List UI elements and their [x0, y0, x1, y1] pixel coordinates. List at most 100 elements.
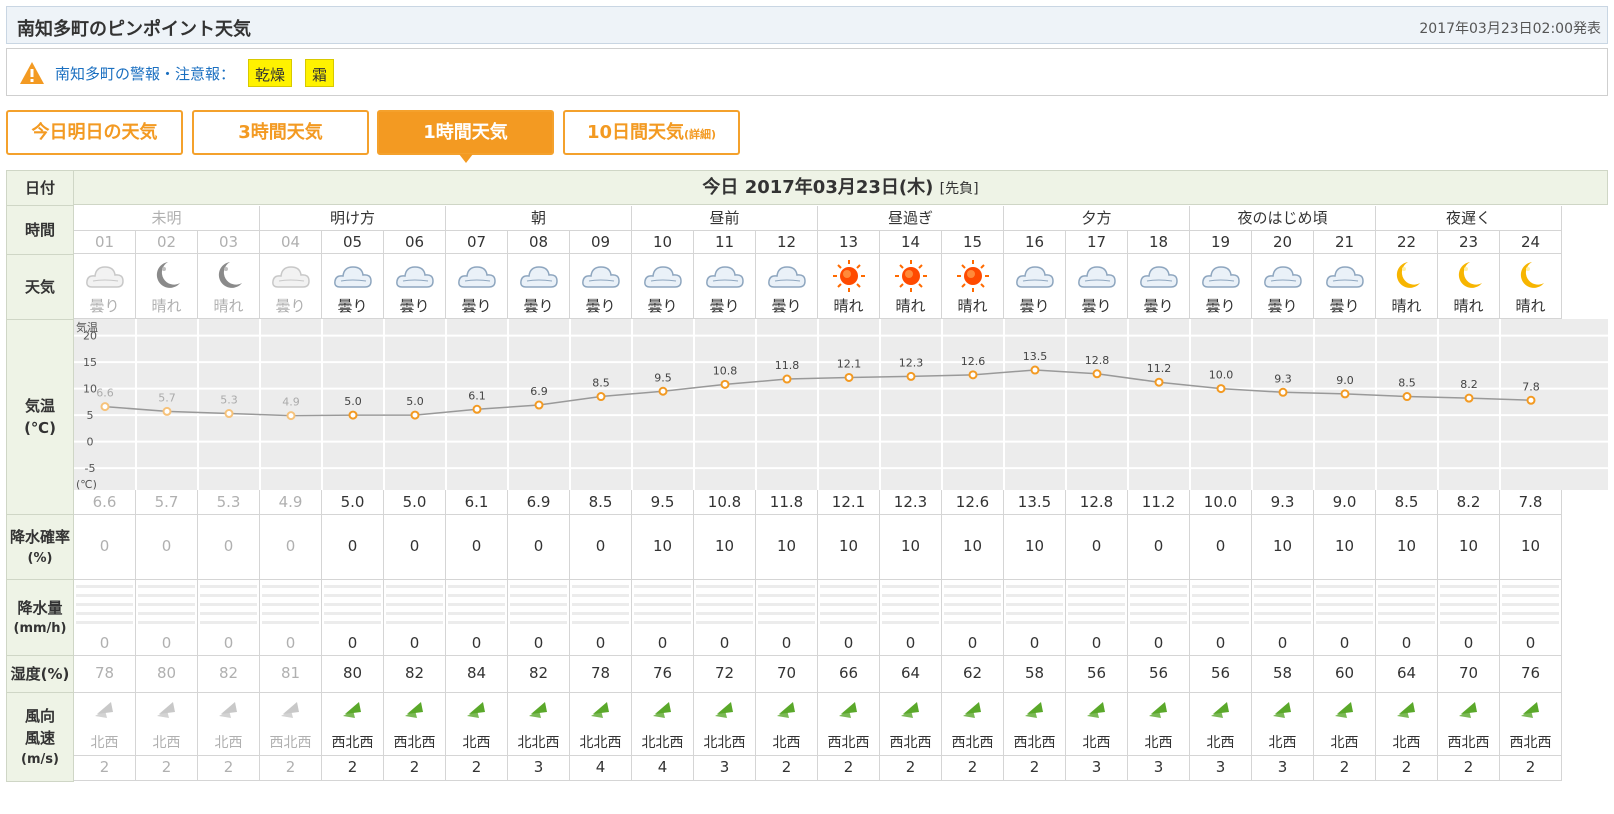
warning-link[interactable]: 南知多町の警報・注意報： — [55, 63, 235, 84]
hour-cell: 20 — [1252, 231, 1314, 254]
weather-cell: 晴れ — [942, 254, 1004, 319]
precip-graph-line — [1254, 603, 1311, 606]
row-label-weather: 天気 — [6, 254, 74, 320]
y-tick-label: 5 — [87, 409, 94, 422]
precip-graph-line — [200, 621, 257, 624]
weather-cell: 曇り — [74, 254, 136, 319]
precip-graph-line — [1006, 594, 1063, 597]
precip-prob-cell: 0 — [198, 514, 260, 580]
precip-cell: 0 — [756, 631, 818, 656]
temp-data-label: 10.0 — [1209, 369, 1234, 382]
precip-cell: 0 — [198, 631, 260, 656]
humidity-cell: 82 — [508, 655, 570, 693]
tab-10day[interactable]: 10日間天気(詳細) — [563, 110, 740, 155]
temp-point — [1402, 392, 1412, 402]
warning-bar: 南知多町の警報・注意報： 乾燥 霜 — [6, 48, 1608, 96]
precip-prob-cell: 0 — [446, 514, 508, 580]
weather-text: 曇り — [1019, 297, 1050, 315]
date-value: 2017年03月23日(木) — [744, 177, 934, 198]
precip-prob-cell: 10 — [818, 514, 880, 580]
tab-sublabel: (詳細) — [684, 128, 717, 141]
precip-graph-cell — [942, 579, 1004, 631]
precip-graph-line — [1068, 585, 1125, 588]
precip-graph-line — [572, 603, 629, 606]
precip-graph-line — [820, 603, 877, 606]
precip-graph-line — [944, 612, 1001, 615]
wind-speed-cell: 3 — [1128, 755, 1190, 781]
weather-cell: 曇り — [570, 254, 632, 319]
hour-cell: 03 — [198, 231, 260, 254]
temp-cell: 5.3 — [198, 490, 260, 515]
weather-cell: 晴れ — [818, 254, 880, 319]
temp-point — [720, 379, 730, 389]
precip-graph-cell — [198, 579, 260, 631]
temp-point — [162, 406, 172, 416]
precip-graph-line — [944, 603, 1001, 606]
wind-cell: 西北西 — [1438, 692, 1500, 756]
wind-direction: 北西 — [772, 735, 801, 751]
tab-today-tomorrow[interactable]: 今日明日の天気 — [6, 110, 183, 155]
temp-data-label: 6.9 — [530, 385, 548, 398]
wind-arrow-icon — [1087, 702, 1105, 718]
temp-point — [1216, 384, 1226, 394]
precip-graph-line — [882, 612, 939, 615]
row-label-date: 日付 — [6, 170, 74, 206]
precip-prob-cell: 10 — [1438, 514, 1500, 580]
precip-prob-cell: 0 — [74, 514, 136, 580]
tab-3hour[interactable]: 3時間天気 — [192, 110, 369, 155]
precip-graph-line — [324, 585, 381, 588]
precip-prob-cell: 0 — [322, 514, 384, 580]
weather-cell: 曇り — [1252, 254, 1314, 319]
temperature-chart-svg: 20151050-5気温(℃)6.6 5.7 5.3 4.9 5.0 5.0 6.1 6.98… — [74, 319, 1608, 491]
precip-prob-cell: 10 — [1004, 514, 1066, 580]
hour-cell: 14 — [880, 231, 942, 254]
label-text: 風向 — [24, 706, 55, 725]
temp-data-label: 11.8 — [775, 359, 800, 372]
y-tick-label: -5 — [85, 462, 96, 475]
hour-cell: 04 — [260, 231, 322, 254]
wind-arrow-icon — [1211, 702, 1229, 718]
temp-data-label: 4.9 — [282, 396, 300, 409]
warning-badge-frost[interactable]: 霜 — [305, 59, 335, 87]
temp-point — [534, 400, 544, 410]
warning-badge-dry[interactable]: 乾燥 — [248, 59, 293, 87]
precip-graph-line — [1006, 585, 1063, 588]
tab-label: 3時間天気 — [238, 122, 323, 143]
precip-graph-line — [448, 603, 505, 606]
wind-direction: 西北西 — [393, 735, 436, 751]
weather-cell: 曇り — [1314, 254, 1376, 319]
precip-cell: 0 — [1500, 631, 1562, 656]
temp-data-label: 5.0 — [406, 395, 424, 408]
wind-direction: 北西 — [1392, 735, 1421, 751]
precip-graph-line — [386, 603, 443, 606]
precip-cell: 0 — [1190, 631, 1252, 656]
y-tick-label: 0 — [87, 436, 94, 449]
weather-text: 曇り — [523, 297, 554, 315]
precip-prob-cell: 0 — [570, 514, 632, 580]
hour-cell: 21 — [1314, 231, 1376, 254]
humidity-cell: 80 — [322, 655, 384, 693]
precip-graph-line — [200, 594, 257, 597]
tab-1hour[interactable]: 1時間天気 — [377, 110, 554, 163]
precip-graph-cell — [384, 579, 446, 631]
precip-graph-line — [1006, 612, 1063, 615]
hourly-table: 日付 時間 天気 気温 (℃) 降水確率 (%) 降水量 (mm/h) 湿度(%) 風… — [6, 170, 1608, 807]
hour-cell: 05 — [322, 231, 384, 254]
precip-graph-line — [758, 603, 815, 606]
wind-cell: 北西 — [1314, 692, 1376, 756]
cloud-icon — [458, 266, 496, 288]
precip-graph-line — [510, 603, 567, 606]
precip-graph-line — [448, 612, 505, 615]
precip-graph-line — [758, 594, 815, 597]
weather-cell: 曇り — [1066, 254, 1128, 319]
precip-graph-line — [1130, 594, 1187, 597]
temp-point — [1526, 395, 1536, 405]
date-today: 今日 — [702, 177, 739, 198]
precip-graph-line — [1316, 621, 1373, 624]
precip-graph-cell — [1438, 579, 1500, 631]
precip-graph-line — [944, 594, 1001, 597]
wind-arrow-icon — [1149, 702, 1167, 718]
humidity-cell: 58 — [1252, 655, 1314, 693]
weather-text: 曇り — [709, 297, 740, 315]
weather-text: 曇り — [647, 297, 678, 315]
